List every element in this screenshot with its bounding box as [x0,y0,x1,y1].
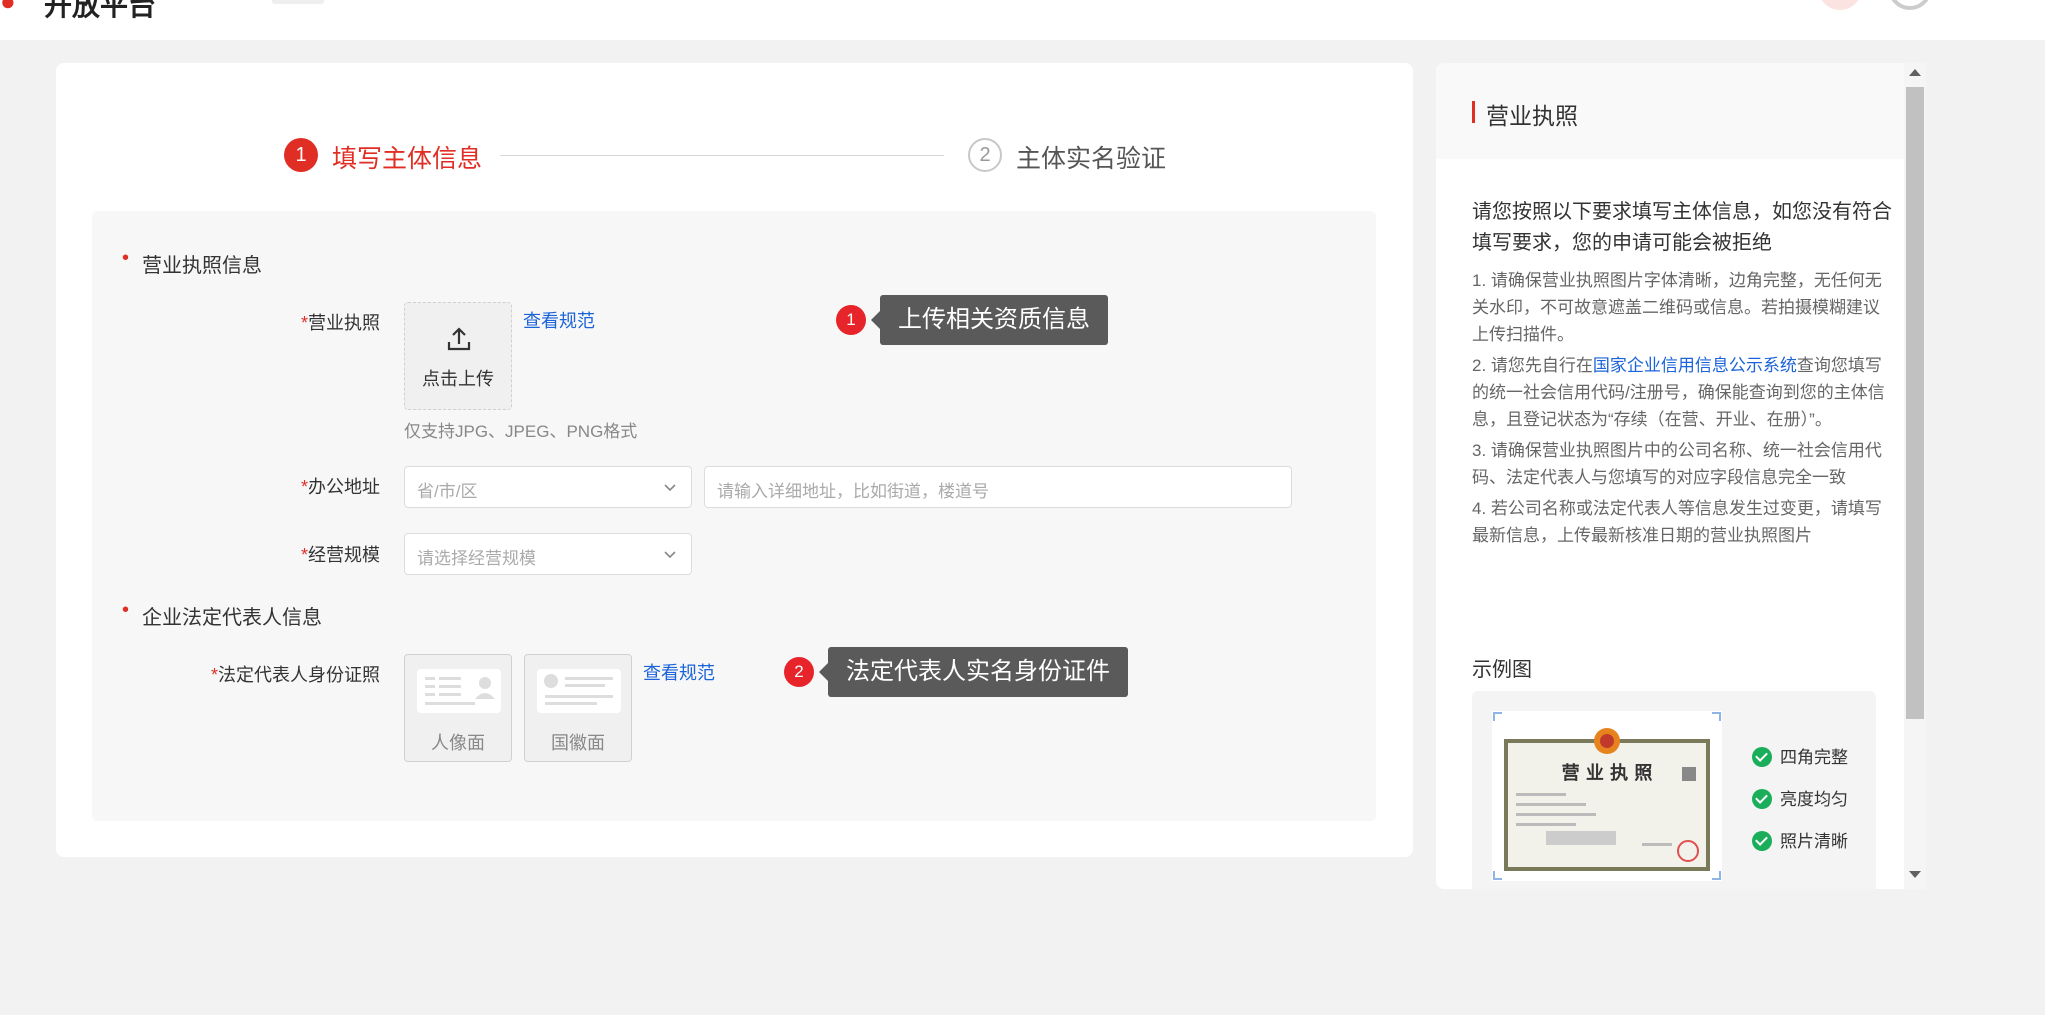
form-card: 1 填写主体信息 2 主体实名验证 营业执照信息 *营业执照 点击上传 查看规范… [56,63,1413,857]
chevron-down-icon [664,551,676,559]
avatar[interactable] [1888,0,1932,10]
scale-placeholder: 请选择经营规模 [417,549,536,568]
chevron-down-icon [664,484,676,492]
guide-intro: 请您按照以下要求填写主体信息，如您没有符合填写要求，您的申请可能会被拒绝 [1472,201,1892,254]
check-icon [1752,747,1772,767]
section-license-title: 营业执照信息 [122,247,262,278]
guide-item-2: 2. 请您先自行在国家企业信用信息公示系统查询您填写的统一社会信用代码/注册号，… [1472,356,1885,429]
id-back-label: 国徽面 [551,733,605,753]
check-icon [1752,831,1772,851]
step-1-number: 1 [284,138,318,172]
credit-system-link[interactable]: 国家企业信用信息公示系统 [1593,356,1797,375]
example-box: 营 业 执 照 四角完整 亮度均匀 照片清晰 [1472,691,1876,889]
guide-item-4: 4. 若公司名称或法定代表人等信息发生过变更，请填写最新信息，上传最新核准日期的… [1472,499,1882,545]
upload-format-hint: 仅支持JPG、JPEG、PNG格式 [404,422,638,441]
check-item-1: 四角完整 [1752,743,1848,768]
check-icon [1752,789,1772,809]
guide-body: 请您按照以下要求填写主体信息，如您没有符合填写要求，您的申请可能会被拒绝 1. … [1472,197,1892,553]
address-placeholder: 请输入详细地址，比如街道，楼道号 [717,482,989,501]
step-indicator: 1 填写主体信息 2 主体实名验证 [284,135,1204,175]
callout-2-number: 2 [784,657,814,687]
id-back-upload-button[interactable]: 国徽面 [524,654,632,762]
upload-icon [447,327,471,351]
guide-item-3: 3. 请确保营业执照图片中的公司名称、统一社会信用代码、法定代表人与您填写的对应… [1472,441,1882,487]
id-front-icon [417,669,501,713]
top-header: ● 开放平台 [0,0,2045,40]
id-label: *法定代表人身份证照 [210,665,380,685]
guide-scrollbar[interactable] [1904,63,1926,889]
header-title: 开放平台 [44,0,157,21]
address-label: *办公地址 [300,477,380,497]
notification-icon[interactable] [1818,0,1862,10]
guide-header: 营业执照 [1436,63,1906,159]
license-view-spec-link[interactable]: 查看规范 [523,307,595,333]
callout-1-number: 1 [836,305,866,335]
license-upload-button[interactable]: 点击上传 [404,302,512,410]
id-view-spec-link[interactable]: 查看规范 [643,659,715,685]
license-example-image: 营 业 执 照 [1492,711,1722,881]
form-panel: 营业执照信息 *营业执照 点击上传 查看规范 仅支持JPG、JPEG、PNG格式… [92,211,1376,821]
id-front-label: 人像面 [431,733,485,753]
license-heading: 营 业 执 照 [1562,762,1653,784]
callout-1-text: 上传相关资质信息 [871,295,1108,345]
header-tag [272,0,324,4]
section-legal-rep-title: 企业法定代表人信息 [122,599,322,630]
id-back-icon [537,669,621,713]
license-label: *营业执照 [300,313,380,333]
step-1-label: 填写主体信息 [332,145,483,173]
logo-icon: ● [0,0,16,16]
step-divider [500,155,944,156]
check-item-3: 照片清晰 [1752,827,1848,852]
scroll-up-icon[interactable] [1909,69,1921,76]
guide-accent-bar [1472,101,1475,123]
step-2-number: 2 [968,138,1002,172]
scale-select[interactable]: 请选择经营规模 [404,533,692,575]
check-item-2: 亮度均匀 [1752,785,1848,810]
address-input[interactable]: 请输入详细地址，比如街道，楼道号 [704,466,1292,508]
step-2-label: 主体实名验证 [1016,145,1167,173]
guide-panel: 营业执照 请您按照以下要求填写主体信息，如您没有符合填写要求，您的申请可能会被拒… [1436,63,1924,889]
scroll-down-icon[interactable] [1909,871,1921,878]
guide-item-1: 1. 请确保营业执照图片字体清晰，边角完整，无任何无关水印，不可故意遮盖二维码或… [1472,271,1882,344]
region-select[interactable]: 省/市/区 [404,466,692,508]
callout-2-text: 法定代表人实名身份证件 [819,647,1128,697]
guide-title: 营业执照 [1486,103,1578,129]
scroll-thumb[interactable] [1906,87,1924,719]
id-front-upload-button[interactable]: 人像面 [404,654,512,762]
example-title: 示例图 [1472,659,1532,681]
scale-label: *经营规模 [300,545,380,565]
region-placeholder: 省/市/区 [417,482,478,501]
upload-text: 点击上传 [422,369,494,389]
